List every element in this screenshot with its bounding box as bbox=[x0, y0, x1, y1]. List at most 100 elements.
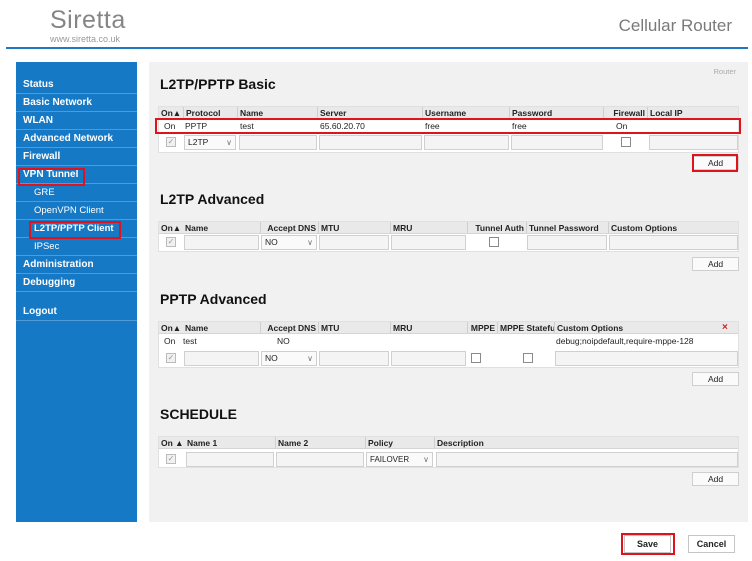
sidebar-item-advanced-network[interactable]: Advanced Network bbox=[16, 130, 137, 148]
col-header-tunnel-password[interactable]: Tunnel Password bbox=[526, 222, 608, 233]
add-button[interactable]: Add bbox=[692, 472, 739, 486]
accept-dns-select[interactable]: NO ∨ bbox=[261, 351, 317, 366]
col-header-mtu[interactable]: MTU bbox=[318, 322, 390, 333]
sidebar-item-wlan[interactable]: WLAN bbox=[16, 112, 137, 130]
save-button-highlight bbox=[621, 533, 675, 555]
col-header-mppe-stateful[interactable]: MPPE Stateful bbox=[497, 322, 554, 333]
sidebar-item-status[interactable]: Status bbox=[16, 76, 137, 94]
col-header-on[interactable]: On▲ bbox=[159, 322, 183, 333]
sidebar-item-openvpn-client[interactable]: OpenVPN Client bbox=[16, 202, 137, 220]
description-input[interactable] bbox=[436, 452, 738, 467]
table-header: On▲ Name Accept DNS MTU MRU MPPE MPPE St… bbox=[159, 322, 738, 334]
username-input[interactable] bbox=[424, 135, 509, 150]
add-button[interactable]: Add bbox=[692, 372, 739, 386]
schedule-table: On ▲ Name 1 Name 2 Policy Description ✓ … bbox=[158, 436, 739, 468]
section-title-l2tp-advanced: L2TP Advanced bbox=[160, 191, 265, 207]
name-input[interactable] bbox=[184, 351, 259, 366]
col-header-on[interactable]: On ▲ bbox=[159, 437, 185, 448]
sidebar-item-firewall[interactable]: Firewall bbox=[16, 148, 137, 166]
col-header-accept-dns[interactable]: Accept DNS bbox=[260, 322, 318, 333]
col-header-local-ip[interactable]: Local IP bbox=[647, 107, 740, 118]
col-header-protocol[interactable]: Protocol bbox=[183, 107, 237, 118]
col-header-custom-options[interactable]: Custom Options bbox=[608, 222, 740, 233]
accept-dns-select-value: NO bbox=[265, 353, 278, 363]
mtu-input[interactable] bbox=[319, 235, 389, 250]
col-header-mru[interactable]: MRU bbox=[390, 322, 467, 333]
section-title-pptp-advanced: PPTP Advanced bbox=[160, 291, 267, 307]
name-1-input[interactable] bbox=[186, 452, 274, 467]
mppe-stateful-checkbox[interactable] bbox=[523, 353, 533, 363]
col-header-accept-dns[interactable]: Accept DNS bbox=[260, 222, 318, 233]
custom-options-input[interactable] bbox=[555, 351, 738, 366]
tunnel-password-input[interactable] bbox=[527, 235, 607, 250]
col-header-name-2[interactable]: Name 2 bbox=[275, 437, 365, 448]
new-on-checkbox[interactable]: ✓ bbox=[166, 353, 176, 363]
mru-input[interactable] bbox=[391, 235, 466, 250]
col-header-name[interactable]: Name bbox=[237, 107, 317, 118]
col-header-firewall[interactable]: Firewall bbox=[603, 107, 647, 118]
sidebar-item-administration[interactable]: Administration bbox=[16, 256, 137, 274]
col-header-tunnel-auth[interactable]: Tunnel Auth bbox=[467, 222, 526, 233]
chevron-down-icon: ∨ bbox=[226, 138, 232, 147]
table-header: On ▲ Name 1 Name 2 Policy Description bbox=[159, 437, 738, 449]
check-icon: ✓ bbox=[167, 454, 175, 463]
add-button[interactable]: Add bbox=[692, 257, 739, 271]
table-row[interactable]: On test NO debug;noipdefault,require-mpp… bbox=[159, 335, 738, 348]
mtu-input[interactable] bbox=[319, 351, 389, 366]
col-header-mppe[interactable]: MPPE bbox=[467, 322, 497, 333]
password-input[interactable] bbox=[511, 135, 603, 150]
logo: Siretta bbox=[50, 6, 126, 34]
cell-accept-dns: NO bbox=[277, 336, 290, 346]
name-input[interactable] bbox=[184, 235, 259, 250]
col-header-mtu[interactable]: MTU bbox=[318, 222, 390, 233]
chevron-down-icon: ∨ bbox=[423, 455, 429, 464]
col-header-password[interactable]: Password bbox=[509, 107, 603, 118]
new-on-checkbox[interactable]: ✓ bbox=[166, 137, 176, 147]
name-2-input[interactable] bbox=[276, 452, 364, 467]
name-input[interactable] bbox=[239, 135, 317, 150]
col-header-name[interactable]: Name bbox=[183, 322, 260, 333]
col-header-username[interactable]: Username bbox=[422, 107, 509, 118]
sidebar-item-gre[interactable]: GRE bbox=[16, 184, 137, 202]
sidebar-item-ipsec[interactable]: IPSec bbox=[16, 238, 137, 256]
accept-dns-select-value: NO bbox=[265, 237, 278, 247]
sidebar-item-basic-network[interactable]: Basic Network bbox=[16, 94, 137, 112]
col-header-description[interactable]: Description bbox=[434, 437, 740, 448]
col-header-server[interactable]: Server bbox=[317, 107, 422, 118]
custom-options-input[interactable] bbox=[609, 235, 738, 250]
mppe-checkbox[interactable] bbox=[471, 353, 481, 363]
col-header-name-1[interactable]: Name 1 bbox=[185, 437, 275, 448]
col-header-on[interactable]: On▲ bbox=[159, 107, 183, 118]
sidebar-item-debugging[interactable]: Debugging bbox=[16, 274, 137, 292]
new-on-checkbox[interactable]: ✓ bbox=[166, 237, 176, 247]
section-title-schedule: SCHEDULE bbox=[160, 406, 238, 422]
accept-dns-select[interactable]: NO ∨ bbox=[261, 235, 317, 250]
protocol-select[interactable]: L2TP ∨ bbox=[184, 135, 236, 150]
policy-select-value: FAILOVER bbox=[370, 455, 410, 464]
page-header-title: Cellular Router bbox=[618, 16, 732, 35]
server-input[interactable] bbox=[319, 135, 422, 150]
check-icon: ✓ bbox=[167, 353, 175, 362]
mru-input[interactable] bbox=[391, 351, 466, 366]
cancel-button[interactable]: Cancel bbox=[688, 535, 735, 553]
firewall-checkbox[interactable] bbox=[621, 137, 631, 147]
add-button-highlight bbox=[692, 154, 738, 172]
col-header-custom-options[interactable]: Custom Options bbox=[554, 322, 740, 333]
col-header-mru[interactable]: MRU bbox=[390, 222, 467, 233]
section-title-basic: L2TP/PPTP Basic bbox=[160, 76, 276, 92]
cell-custom-options: debug;noipdefault,require-mppe-128 bbox=[556, 336, 694, 346]
check-icon: ✓ bbox=[167, 137, 175, 146]
new-on-checkbox[interactable]: ✓ bbox=[166, 454, 176, 464]
router-label: Router bbox=[713, 67, 736, 76]
delete-icon[interactable]: × bbox=[722, 323, 732, 333]
local-ip-input[interactable] bbox=[649, 135, 738, 150]
col-header-on[interactable]: On▲ bbox=[159, 222, 183, 233]
table-header: On▲ Name Accept DNS MTU MRU Tunnel Auth … bbox=[159, 222, 738, 234]
pptp-row-highlight bbox=[155, 118, 741, 134]
sidebar-item-logout[interactable]: Logout bbox=[16, 303, 137, 321]
col-header-policy[interactable]: Policy bbox=[365, 437, 434, 448]
tunnel-auth-checkbox[interactable] bbox=[489, 237, 499, 247]
policy-select[interactable]: FAILOVER ∨ bbox=[366, 452, 433, 467]
l2tp-table: On▲ Name Accept DNS MTU MRU Tunnel Auth … bbox=[158, 221, 739, 252]
col-header-name[interactable]: Name bbox=[183, 222, 260, 233]
